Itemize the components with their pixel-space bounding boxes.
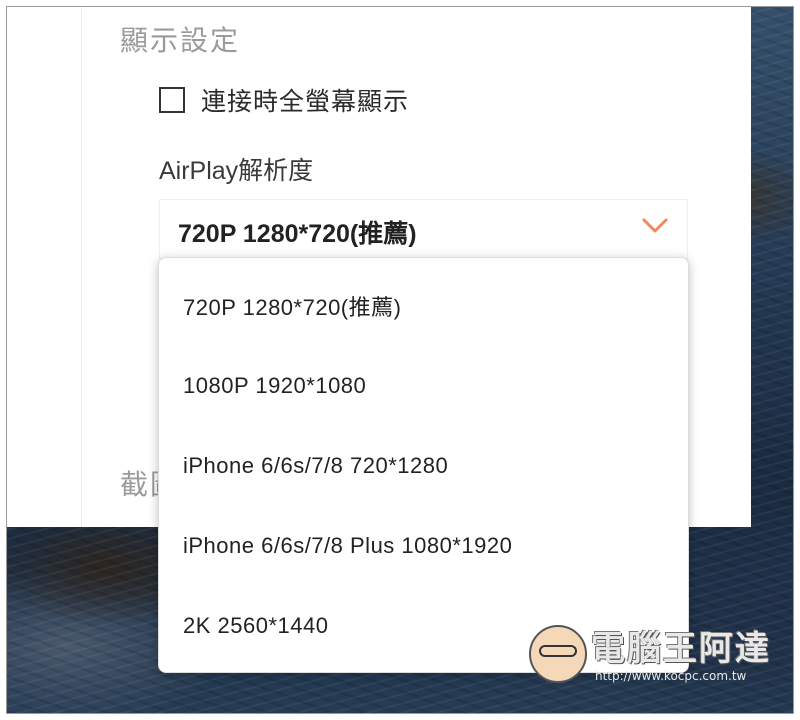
resolution-dropdown-menu: 720P 1280*720(推薦) 1080P 1920*1080 iPhone… bbox=[158, 257, 689, 673]
dropdown-option-iphone-720[interactable]: iPhone 6/6s/7/8 720*1280 bbox=[159, 426, 688, 506]
app-frame: 顯示設定 連接時全螢幕顯示 AirPlay解析度 720P 1280*720(推… bbox=[6, 6, 794, 714]
section-title-screenshot: 截圖 bbox=[120, 469, 160, 500]
watermark-title: 電腦王阿達 bbox=[591, 629, 771, 669]
watermark-url: http://www.kocpc.com.tw bbox=[595, 669, 747, 683]
fullscreen-checkbox-label[interactable]: 連接時全螢幕顯示 bbox=[201, 82, 409, 118]
airplay-resolution-select[interactable]: 720P 1280*720(推薦) bbox=[159, 199, 688, 259]
chevron-down-icon[interactable] bbox=[641, 216, 669, 236]
mascot-face-icon bbox=[529, 625, 587, 683]
dropdown-option-1080p[interactable]: 1080P 1920*1080 bbox=[159, 346, 688, 426]
fullscreen-checkbox[interactable] bbox=[159, 87, 185, 113]
dropdown-option-720p[interactable]: 720P 1280*720(推薦) bbox=[159, 266, 688, 346]
section-title-display: 顯示設定 bbox=[120, 25, 241, 56]
panel-divider bbox=[81, 7, 82, 527]
airplay-resolution-label: AirPlay解析度 bbox=[159, 157, 314, 185]
watermark: 電腦王阿達 http://www.kocpc.com.tw bbox=[529, 617, 779, 697]
dropdown-option-iphone-plus-1080[interactable]: iPhone 6/6s/7/8 Plus 1080*1920 bbox=[159, 506, 688, 586]
select-current-value: 720P 1280*720(推薦) bbox=[178, 220, 417, 248]
fullscreen-checkbox-row[interactable]: 連接時全螢幕顯示 bbox=[159, 83, 409, 117]
